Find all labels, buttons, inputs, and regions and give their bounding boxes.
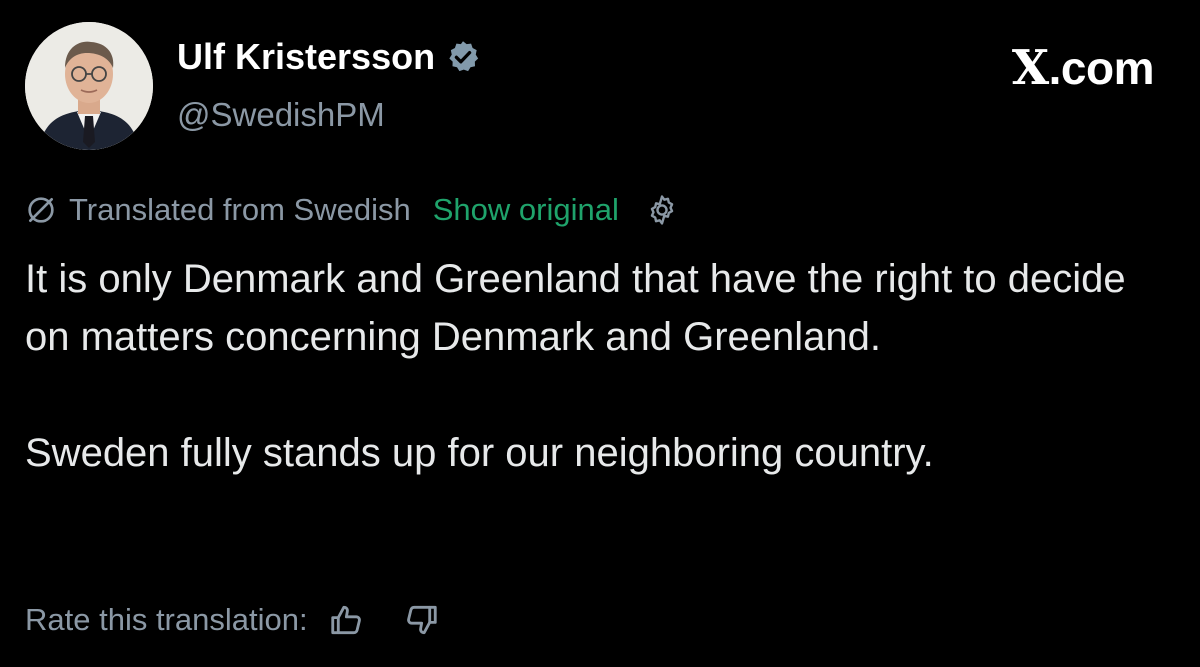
verified-badge-icon <box>445 39 481 75</box>
author-display-name[interactable]: Ulf Kristersson <box>177 36 481 78</box>
rate-translation-label: Rate this translation: <box>25 602 308 637</box>
author-name-text: Ulf Kristersson <box>177 36 436 77</box>
post-paragraph: Sweden fully stands up for our neighbori… <box>25 431 934 475</box>
brand-logo: X.com <box>1011 40 1155 96</box>
translated-from-label: Translated from Swedish <box>69 192 411 227</box>
gear-icon[interactable] <box>645 193 679 227</box>
post-card: Ulf Kristersson @SwedishPM X.com Transla… <box>0 0 1200 667</box>
show-original-link[interactable]: Show original <box>433 192 619 228</box>
post-paragraph: It is only Denmark and Greenland that ha… <box>25 257 1126 359</box>
post-text: It is only Denmark and Greenland that ha… <box>25 250 1175 482</box>
thumbs-down-icon[interactable] <box>402 601 440 639</box>
translate-off-icon <box>25 194 57 226</box>
translation-bar: Translated from Swedish Show original <box>25 188 679 232</box>
thumbs-up-icon[interactable] <box>328 601 366 639</box>
x-logo-icon: X <box>1011 40 1049 96</box>
avatar[interactable] <box>25 22 153 150</box>
avatar-portrait-icon <box>25 22 153 150</box>
brand-suffix: .com <box>1048 42 1155 94</box>
rate-translation-bar: Rate this translation: <box>25 598 440 642</box>
author-handle[interactable]: @SwedishPM <box>177 96 385 134</box>
